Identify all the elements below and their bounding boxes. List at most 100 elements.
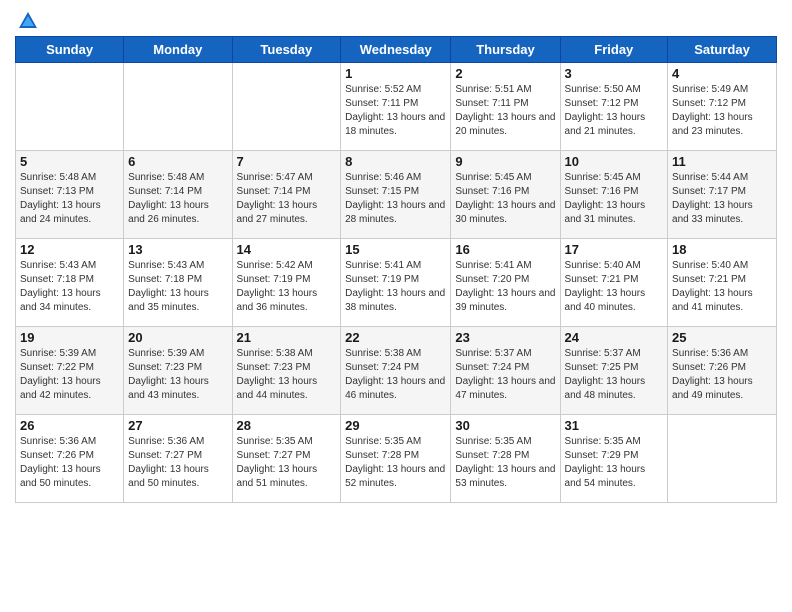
calendar-week-row: 12 Sunrise: 5:43 AM Sunset: 7:18 PM Dayli… bbox=[16, 239, 777, 327]
day-info: Sunrise: 5:50 AM Sunset: 7:12 PM Dayligh… bbox=[565, 83, 664, 139]
day-number: 15 bbox=[345, 242, 446, 257]
weekday-header: Monday bbox=[124, 37, 232, 63]
logo bbox=[15, 10, 39, 28]
day-info: Sunrise: 5:42 AM Sunset: 7:19 PM Dayligh… bbox=[237, 259, 337, 315]
calendar-cell: 11 Sunrise: 5:44 AM Sunset: 7:17 PM Dayli… bbox=[668, 151, 777, 239]
calendar-cell: 24 Sunrise: 5:37 AM Sunset: 7:25 PM Dayli… bbox=[560, 327, 668, 415]
calendar-week-row: 1 Sunrise: 5:52 AM Sunset: 7:11 PM Daylig… bbox=[16, 63, 777, 151]
calendar-cell: 13 Sunrise: 5:43 AM Sunset: 7:18 PM Dayli… bbox=[124, 239, 232, 327]
calendar-cell: 28 Sunrise: 5:35 AM Sunset: 7:27 PM Dayli… bbox=[232, 415, 341, 503]
weekday-header: Sunday bbox=[16, 37, 124, 63]
day-info: Sunrise: 5:38 AM Sunset: 7:24 PM Dayligh… bbox=[345, 347, 446, 403]
day-info: Sunrise: 5:36 AM Sunset: 7:27 PM Dayligh… bbox=[128, 435, 227, 491]
day-number: 11 bbox=[672, 154, 772, 169]
page: SundayMondayTuesdayWednesdayThursdayFrid… bbox=[0, 0, 792, 612]
day-info: Sunrise: 5:35 AM Sunset: 7:27 PM Dayligh… bbox=[237, 435, 337, 491]
day-number: 26 bbox=[20, 418, 119, 433]
day-info: Sunrise: 5:43 AM Sunset: 7:18 PM Dayligh… bbox=[128, 259, 227, 315]
weekday-header: Friday bbox=[560, 37, 668, 63]
header bbox=[15, 10, 777, 28]
calendar-cell: 21 Sunrise: 5:38 AM Sunset: 7:23 PM Dayli… bbox=[232, 327, 341, 415]
calendar-cell: 16Sunrise: 5:41 AM Sunset: 7:20 PM Dayli… bbox=[451, 239, 560, 327]
calendar-week-row: 5 Sunrise: 5:48 AM Sunset: 7:13 PM Daylig… bbox=[16, 151, 777, 239]
day-number: 8 bbox=[345, 154, 446, 169]
day-info: Sunrise: 5:47 AM Sunset: 7:14 PM Dayligh… bbox=[237, 171, 337, 227]
weekday-header-row: SundayMondayTuesdayWednesdayThursdayFrid… bbox=[16, 37, 777, 63]
calendar-cell: 12 Sunrise: 5:43 AM Sunset: 7:18 PM Dayli… bbox=[16, 239, 124, 327]
calendar-cell: 22 Sunrise: 5:38 AM Sunset: 7:24 PM Dayli… bbox=[341, 327, 451, 415]
day-number: 28 bbox=[237, 418, 337, 433]
logo-icon bbox=[17, 10, 39, 32]
calendar-cell: 30 Sunrise: 5:35 AM Sunset: 7:28 PM Dayli… bbox=[451, 415, 560, 503]
day-number: 24 bbox=[565, 330, 664, 345]
day-number: 2 bbox=[455, 66, 555, 81]
weekday-header: Thursday bbox=[451, 37, 560, 63]
calendar-cell: 1 Sunrise: 5:52 AM Sunset: 7:11 PM Daylig… bbox=[341, 63, 451, 151]
day-number: 12 bbox=[20, 242, 119, 257]
calendar-cell: 4Sunrise: 5:49 AM Sunset: 7:12 PM Daylig… bbox=[668, 63, 777, 151]
calendar-table: SundayMondayTuesdayWednesdayThursdayFrid… bbox=[15, 36, 777, 503]
day-info: Sunrise: 5:35 AM Sunset: 7:29 PM Dayligh… bbox=[565, 435, 664, 491]
day-info: Sunrise: 5:44 AM Sunset: 7:17 PM Dayligh… bbox=[672, 171, 772, 227]
day-number: 19 bbox=[20, 330, 119, 345]
day-number: 22 bbox=[345, 330, 446, 345]
day-info: Sunrise: 5:39 AM Sunset: 7:23 PM Dayligh… bbox=[128, 347, 227, 403]
day-info: Sunrise: 5:41 AM Sunset: 7:19 PM Dayligh… bbox=[345, 259, 446, 315]
day-number: 10 bbox=[565, 154, 664, 169]
day-number: 16 bbox=[455, 242, 555, 257]
calendar-cell: 3 Sunrise: 5:50 AM Sunset: 7:12 PM Daylig… bbox=[560, 63, 668, 151]
calendar-cell: 10 Sunrise: 5:45 AM Sunset: 7:16 PM Dayli… bbox=[560, 151, 668, 239]
weekday-header: Wednesday bbox=[341, 37, 451, 63]
calendar-cell: 31 Sunrise: 5:35 AM Sunset: 7:29 PM Dayli… bbox=[560, 415, 668, 503]
day-number: 3 bbox=[565, 66, 664, 81]
day-number: 14 bbox=[237, 242, 337, 257]
calendar-cell: 23 Sunrise: 5:37 AM Sunset: 7:24 PM Dayli… bbox=[451, 327, 560, 415]
day-info: Sunrise: 5:37 AM Sunset: 7:25 PM Dayligh… bbox=[565, 347, 664, 403]
day-number: 27 bbox=[128, 418, 227, 433]
calendar-cell: 5 Sunrise: 5:48 AM Sunset: 7:13 PM Daylig… bbox=[16, 151, 124, 239]
calendar-cell bbox=[124, 63, 232, 151]
day-info: Sunrise: 5:40 AM Sunset: 7:21 PM Dayligh… bbox=[672, 259, 772, 315]
calendar-cell: 6Sunrise: 5:48 AM Sunset: 7:14 PM Daylig… bbox=[124, 151, 232, 239]
day-number: 23 bbox=[455, 330, 555, 345]
calendar-cell: 27 Sunrise: 5:36 AM Sunset: 7:27 PM Dayli… bbox=[124, 415, 232, 503]
day-info: Sunrise: 5:43 AM Sunset: 7:18 PM Dayligh… bbox=[20, 259, 119, 315]
day-info: Sunrise: 5:45 AM Sunset: 7:16 PM Dayligh… bbox=[565, 171, 664, 227]
day-number: 5 bbox=[20, 154, 119, 169]
calendar-cell bbox=[16, 63, 124, 151]
day-number: 18 bbox=[672, 242, 772, 257]
day-number: 7 bbox=[237, 154, 337, 169]
day-number: 30 bbox=[455, 418, 555, 433]
day-number: 13 bbox=[128, 242, 227, 257]
day-number: 29 bbox=[345, 418, 446, 433]
logo-text bbox=[15, 10, 39, 32]
day-number: 17 bbox=[565, 242, 664, 257]
day-info: Sunrise: 5:35 AM Sunset: 7:28 PM Dayligh… bbox=[455, 435, 555, 491]
day-info: Sunrise: 5:51 AM Sunset: 7:11 PM Dayligh… bbox=[455, 83, 555, 139]
calendar-week-row: 26 Sunrise: 5:36 AM Sunset: 7:26 PM Dayli… bbox=[16, 415, 777, 503]
calendar-cell: 2 Sunrise: 5:51 AM Sunset: 7:11 PM Daylig… bbox=[451, 63, 560, 151]
day-info: Sunrise: 5:39 AM Sunset: 7:22 PM Dayligh… bbox=[20, 347, 119, 403]
calendar-cell: 19 Sunrise: 5:39 AM Sunset: 7:22 PM Dayli… bbox=[16, 327, 124, 415]
day-info: Sunrise: 5:37 AM Sunset: 7:24 PM Dayligh… bbox=[455, 347, 555, 403]
calendar-cell: 26 Sunrise: 5:36 AM Sunset: 7:26 PM Dayli… bbox=[16, 415, 124, 503]
day-info: Sunrise: 5:45 AM Sunset: 7:16 PM Dayligh… bbox=[455, 171, 555, 227]
calendar-cell bbox=[232, 63, 341, 151]
day-info: Sunrise: 5:46 AM Sunset: 7:15 PM Dayligh… bbox=[345, 171, 446, 227]
day-number: 31 bbox=[565, 418, 664, 433]
day-info: Sunrise: 5:38 AM Sunset: 7:23 PM Dayligh… bbox=[237, 347, 337, 403]
weekday-header: Saturday bbox=[668, 37, 777, 63]
calendar-week-row: 19 Sunrise: 5:39 AM Sunset: 7:22 PM Dayli… bbox=[16, 327, 777, 415]
day-number: 4 bbox=[672, 66, 772, 81]
day-info: Sunrise: 5:48 AM Sunset: 7:13 PM Dayligh… bbox=[20, 171, 119, 227]
day-info: Sunrise: 5:52 AM Sunset: 7:11 PM Dayligh… bbox=[345, 83, 446, 139]
day-number: 21 bbox=[237, 330, 337, 345]
day-number: 20 bbox=[128, 330, 227, 345]
day-number: 1 bbox=[345, 66, 446, 81]
day-number: 6 bbox=[128, 154, 227, 169]
day-info: Sunrise: 5:36 AM Sunset: 7:26 PM Dayligh… bbox=[20, 435, 119, 491]
calendar-cell: 7 Sunrise: 5:47 AM Sunset: 7:14 PM Daylig… bbox=[232, 151, 341, 239]
day-info: Sunrise: 5:40 AM Sunset: 7:21 PM Dayligh… bbox=[565, 259, 664, 315]
calendar-cell: 14 Sunrise: 5:42 AM Sunset: 7:19 PM Dayli… bbox=[232, 239, 341, 327]
calendar-cell: 18 Sunrise: 5:40 AM Sunset: 7:21 PM Dayli… bbox=[668, 239, 777, 327]
